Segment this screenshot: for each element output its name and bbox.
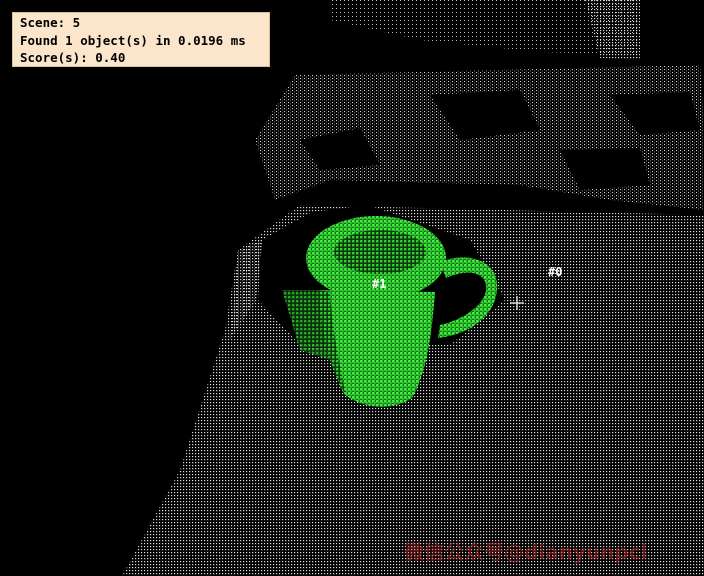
watermark-text: 微信公众号@dianyunpcl bbox=[404, 540, 648, 564]
point-cloud-viewport[interactable] bbox=[0, 0, 704, 576]
object-label-0: #0 bbox=[548, 265, 563, 279]
object-label-1: #1 bbox=[372, 277, 387, 291]
found-objects-text: Found 1 object(s) in 0.0196 ms bbox=[20, 32, 246, 48]
detection-info-panel: Scene: 5 Found 1 object(s) in 0.0196 ms … bbox=[12, 12, 270, 67]
score-text: Score(s): 0.40 bbox=[20, 50, 126, 65]
scene-number-text: Scene: 5 bbox=[20, 15, 81, 30]
